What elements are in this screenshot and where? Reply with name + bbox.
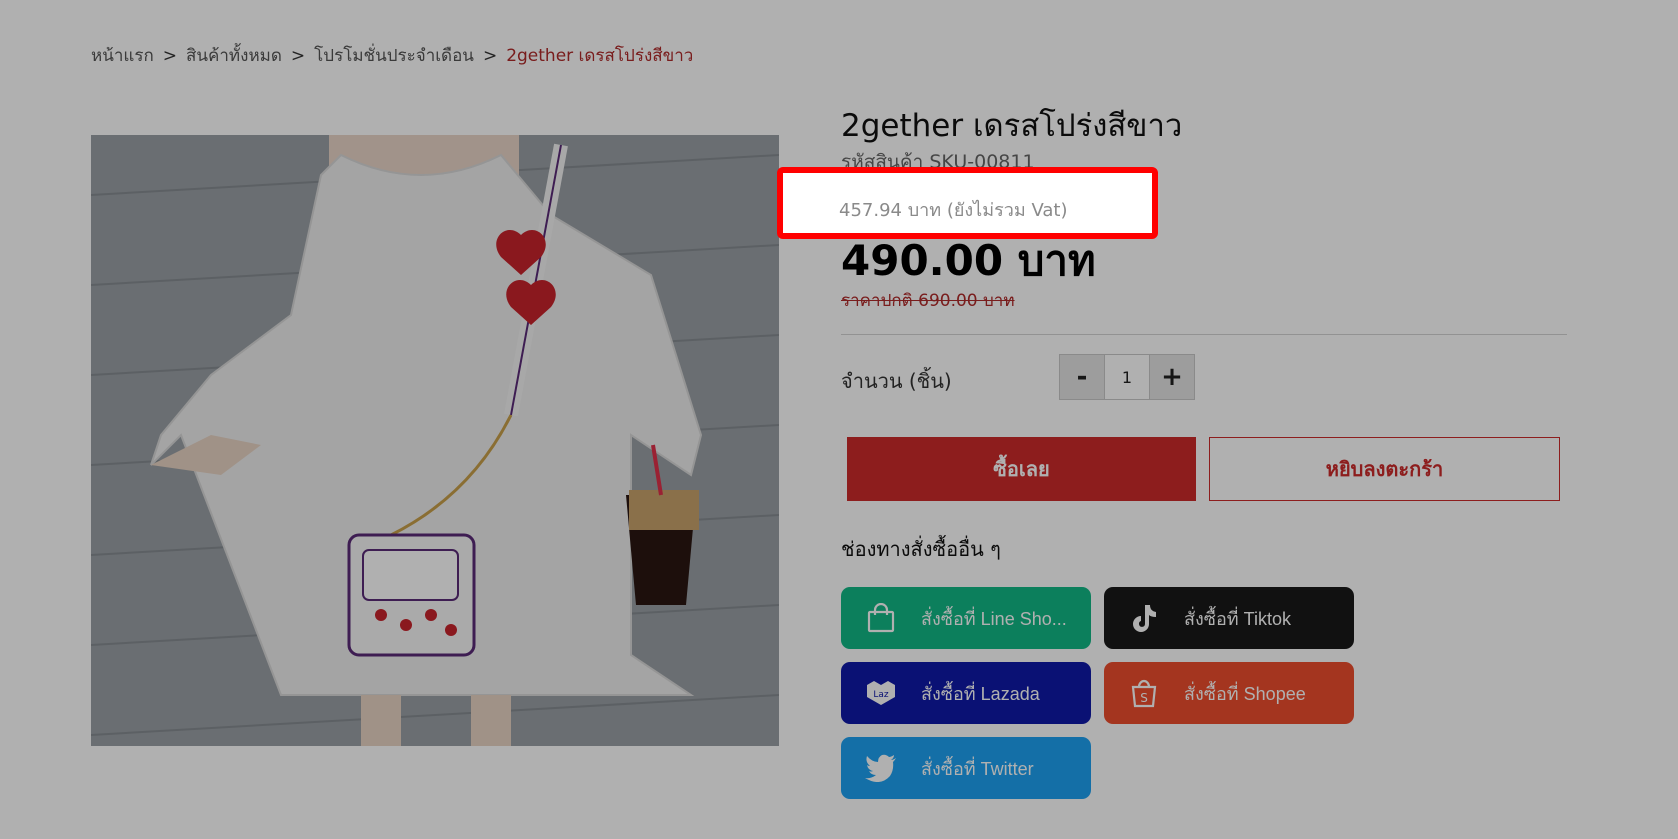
other-channels-title: ช่องทางสั่งซื้ออื่น ๆ [841,537,1001,561]
twitter-bird-icon [865,752,897,784]
lazada-icon: Laz [865,677,897,709]
breadcrumb-monthly-promotion[interactable]: โปรโมชั่นประจำเดือน [314,46,474,66]
svg-text:Laz: Laz [873,690,889,700]
tiktok-icon [1128,602,1160,634]
highlighted-price-text: 457.94 บาท (ยังไม่รวม Vat) [839,200,1068,221]
twitter-button[interactable]: สั่งซื้อที่ Twitter [841,737,1091,799]
breadcrumb-all-products[interactable]: สินค้าทั้งหมด [186,46,282,66]
line-shopping-button[interactable]: สั่งซื้อที่ Line Sho... [841,587,1091,649]
shopee-button[interactable]: S สั่งซื้อที่ Shopee [1104,662,1354,724]
product-image[interactable] [91,135,779,746]
quantity-increase-button[interactable]: + [1150,355,1194,399]
highlighted-price-without-vat: 457.94 บาท (ยังไม่รวม Vat) [777,167,1158,239]
tiktok-button[interactable]: สั่งซื้อที่ Tiktok [1104,587,1354,649]
breadcrumb-home[interactable]: หน้าแรก [91,46,154,66]
breadcrumb-current: 2gether เดรสโปร่งสีขาว [506,46,694,66]
product-photo [91,135,779,746]
svg-text:S: S [1140,691,1148,705]
line-shopping-label: สั่งซื้อที่ Line Sho... [921,608,1067,629]
product-title: 2gether เดรสโปร่งสีขาว [841,108,1183,144]
product-page: หน้าแรก > สินค้าทั้งหมด > โปรโมชั่นประจำเดือ… [0,0,1678,839]
shopee-bag-icon: S [1128,677,1160,709]
buy-now-button[interactable]: ซื้อเลย [847,437,1196,501]
regular-price: ราคาปกติ 690.00 บาท [841,291,1015,311]
twitter-label: สั่งซื้อที่ Twitter [921,758,1034,779]
shopee-label: สั่งซื้อที่ Shopee [1184,683,1306,704]
quantity-decrease-button[interactable]: - [1060,355,1104,399]
divider [841,334,1567,335]
add-to-cart-button[interactable]: หยิบลงตะกร้า [1209,437,1560,501]
quantity-stepper: - 1 + [1059,354,1195,400]
quantity-input[interactable]: 1 [1104,355,1150,399]
breadcrumb: หน้าแรก > สินค้าทั้งหมด > โปรโมชั่นประจำเดือ… [91,42,693,69]
shopping-bag-icon [865,602,897,634]
quantity-label: จำนวน (ชิ้น) [841,369,952,393]
lazada-button[interactable]: Laz สั่งซื้อที่ Lazada [841,662,1091,724]
breadcrumb-separator: > [482,46,498,66]
breadcrumb-separator: > [290,46,306,66]
breadcrumb-separator: > [162,46,178,66]
lazada-label: สั่งซื้อที่ Lazada [921,683,1040,704]
tiktok-label: สั่งซื้อที่ Tiktok [1184,608,1292,629]
